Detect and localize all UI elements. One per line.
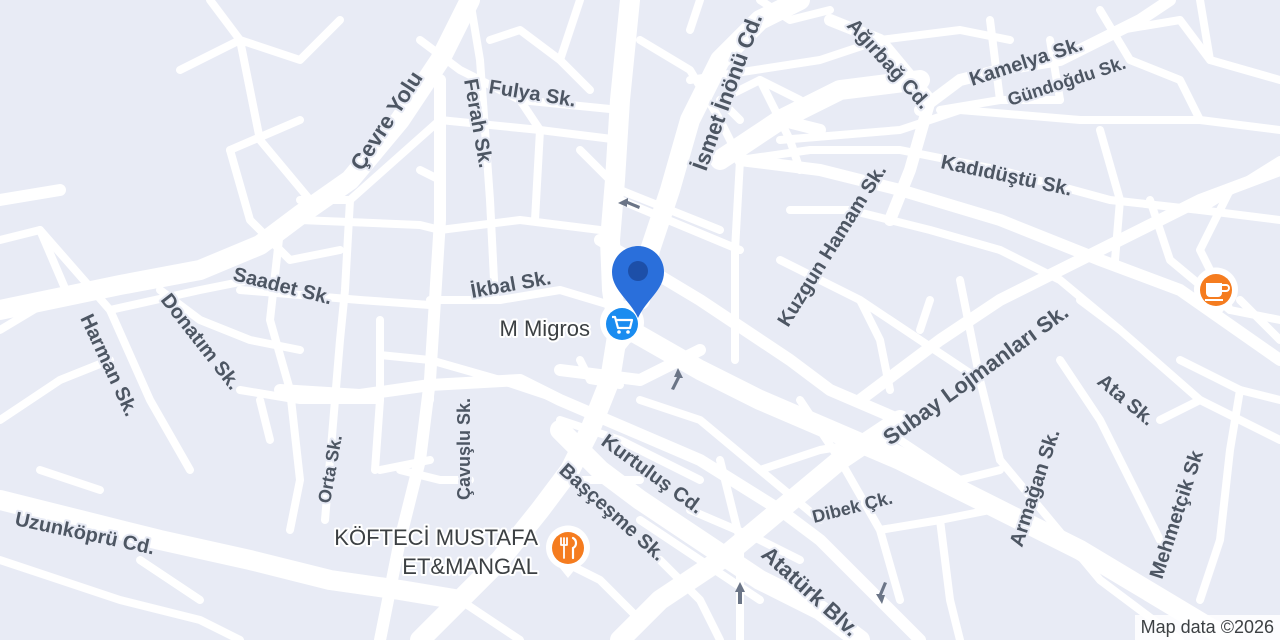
map-attribution: Map data ©2026 xyxy=(1134,615,1280,640)
map-canvas[interactable]: Çevre Yolu Fulya Sk. Ferah Sk. İsmet İnö… xyxy=(0,0,1280,640)
poi-kofteci-label-line1: KÖFTECİ MUSTAFA xyxy=(334,525,538,550)
poi-kofteci-label-line2: ET&MANGAL xyxy=(402,554,538,579)
street-label-cavuslu: Çavuşlu Sk. xyxy=(454,398,474,500)
poi-migros-label: M Migros xyxy=(500,316,590,341)
map-view[interactable]: Çevre Yolu Fulya Sk. Ferah Sk. İsmet İnö… xyxy=(0,0,1280,640)
